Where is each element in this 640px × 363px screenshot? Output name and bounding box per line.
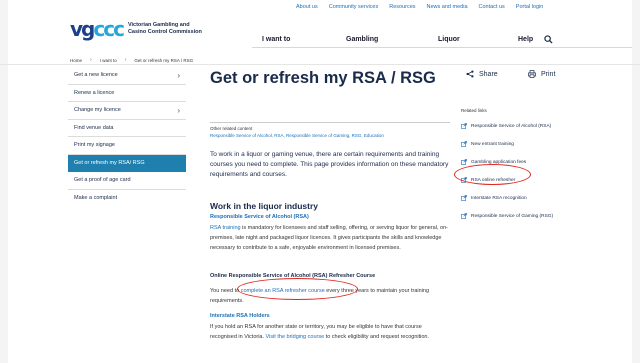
rsa-heading[interactable]: Responsible Service of Alcohol (RSA) xyxy=(210,214,309,220)
share-icon xyxy=(466,70,474,78)
external-link-icon xyxy=(461,141,467,147)
sidebar-item-label: Get or refresh my RSA/ RSG xyxy=(74,159,145,166)
external-link-icon xyxy=(461,159,467,165)
share-button[interactable]: Share xyxy=(466,70,498,78)
sidebar-item-complaint[interactable]: Make a complaint xyxy=(68,190,186,208)
nav-divider xyxy=(252,47,632,48)
related-link-item[interactable]: Responsible Service of Alcohol (RSA) xyxy=(461,117,611,135)
sidebar-item-change-licence[interactable]: Change my licence › xyxy=(68,102,186,120)
sidebar-nav: Get a new licence › Renew a licence Chan… xyxy=(68,67,186,207)
sidebar-item-signage[interactable]: Print my signage xyxy=(68,137,186,155)
sidebar-item-renew-licence[interactable]: Renew a licence xyxy=(68,85,186,102)
util-link-portal[interactable]: Portal login xyxy=(516,4,544,10)
sidebar-item-proof-of-age[interactable]: Get a proof of age card xyxy=(68,172,186,190)
sidebar-item-label: Get a new licence xyxy=(74,72,118,79)
site-logo[interactable]: vgccc Victorian Gambling and Casino Cont… xyxy=(70,17,202,41)
related-link-label: Responsible Service of Alcohol (RSA) xyxy=(471,123,552,129)
page-title: Get or refresh my RSA / RSG xyxy=(210,69,436,87)
other-related-links[interactable]: Responsible Service of Alcohol, RSA, Res… xyxy=(210,133,450,138)
section-heading-liquor: Work in the liquor industry xyxy=(210,201,318,211)
logo-line-1: Victorian Gambling and xyxy=(127,22,190,28)
printer-icon xyxy=(528,70,536,78)
breadcrumb: Home › I want to › Get or refresh my RSA… xyxy=(70,57,193,63)
sidebar-item-label: Find venue data xyxy=(74,124,114,131)
search-icon[interactable] xyxy=(544,35,553,44)
breadcrumb-i-want-to[interactable]: I want to xyxy=(100,58,117,63)
interstate-paragraph: If you hold an RSA for another state or … xyxy=(210,322,450,342)
utility-nav: About us Community services Resources Ne… xyxy=(296,4,543,10)
annotation-oval-refresher-course-link xyxy=(237,278,358,300)
related-link-item[interactable]: Responsible Service of Gaming (RSG) xyxy=(461,207,611,225)
sidebar-item-label: Change my licence xyxy=(74,107,121,114)
nav-gambling[interactable]: Gambling xyxy=(346,36,378,43)
rsa-paragraph-text: is mandatory for licensees and staff sel… xyxy=(210,225,448,251)
sidebar-item-new-licence[interactable]: Get a new licence › xyxy=(68,67,186,85)
browser-viewport: About us Community services Resources Ne… xyxy=(0,0,640,363)
interstate-text-post: to check eligibility and request recogni… xyxy=(324,334,430,340)
external-link-icon xyxy=(461,213,467,219)
bridging-course-link[interactable]: Visit the bridging course xyxy=(266,334,325,340)
breadcrumb-divider xyxy=(0,64,640,65)
related-links-title: Related links xyxy=(461,108,487,113)
nav-i-want-to[interactable]: I want to xyxy=(262,36,290,43)
chevron-right-icon: › xyxy=(177,70,180,80)
sidebar-item-label: Make a complaint xyxy=(74,195,118,202)
related-link-item[interactable]: New entrant training xyxy=(461,135,611,153)
related-link-item[interactable]: Interstate RSA recognition xyxy=(461,189,611,207)
share-label: Share xyxy=(479,70,498,78)
logo-line-2: Casino Control Commission xyxy=(127,29,202,35)
external-link-icon xyxy=(461,195,467,201)
other-related-content: Other related content Responsible Servic… xyxy=(210,122,450,138)
util-link-contact[interactable]: Contact us xyxy=(479,4,505,10)
interstate-heading[interactable]: Interstate RSA Holders xyxy=(210,313,270,319)
left-edge xyxy=(0,0,8,363)
right-edge xyxy=(632,0,640,363)
util-link-community[interactable]: Community services xyxy=(329,4,379,10)
logo-text: Victorian Gambling and Casino Control Co… xyxy=(128,22,202,36)
logo-mark: vgccc xyxy=(70,17,125,41)
print-label: Print xyxy=(541,70,556,78)
print-button[interactable]: Print xyxy=(528,70,555,78)
sidebar-item-label: Get a proof of age card xyxy=(74,177,131,184)
intro-paragraph: To work in a liquor or gaming venue, the… xyxy=(210,151,449,178)
sidebar-item-venue-data[interactable]: Find venue data xyxy=(68,120,186,137)
util-link-resources[interactable]: Resources xyxy=(389,4,415,10)
other-related-label: Other related content xyxy=(210,126,253,131)
chevron-right-icon: › xyxy=(177,105,180,115)
sidebar-item-label: Print my signage xyxy=(74,142,115,149)
nav-liquor[interactable]: Liquor xyxy=(438,36,460,43)
related-link-label: Responsible Service of Gaming (RSG) xyxy=(471,213,554,219)
nav-help[interactable]: Help xyxy=(518,36,533,43)
breadcrumb-separator: › xyxy=(124,57,127,63)
util-link-about[interactable]: About us xyxy=(296,4,318,10)
breadcrumb-current: Get or refresh my RSA / RSG xyxy=(134,57,194,63)
rsa-paragraph: RSA training is mandatory for licensees … xyxy=(210,223,450,253)
related-link-label: New entrant training xyxy=(471,141,514,147)
annotation-oval-rsa-online-refresher xyxy=(454,164,531,185)
sidebar-item-rsa-rsg[interactable]: Get or refresh my RSA/ RSG xyxy=(68,154,186,172)
breadcrumb-separator: › xyxy=(90,57,92,63)
rsa-training-link[interactable]: RSA training xyxy=(210,225,241,231)
breadcrumb-home[interactable]: Home xyxy=(70,58,82,63)
external-link-icon xyxy=(461,123,467,129)
sidebar-item-label: Renew a licence xyxy=(74,89,115,96)
util-link-news[interactable]: News and media xyxy=(427,4,468,10)
related-link-label: Interstate RSA recognition xyxy=(471,195,527,201)
